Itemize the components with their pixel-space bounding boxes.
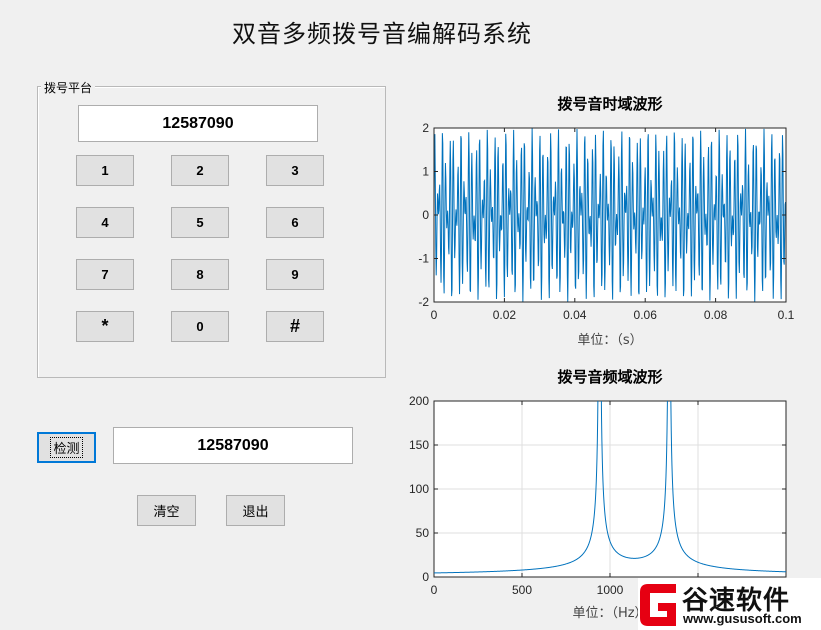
g-logo-icon xyxy=(640,584,676,626)
watermark-url: www.gususoft.com xyxy=(683,611,802,626)
watermark-logo xyxy=(640,584,676,626)
